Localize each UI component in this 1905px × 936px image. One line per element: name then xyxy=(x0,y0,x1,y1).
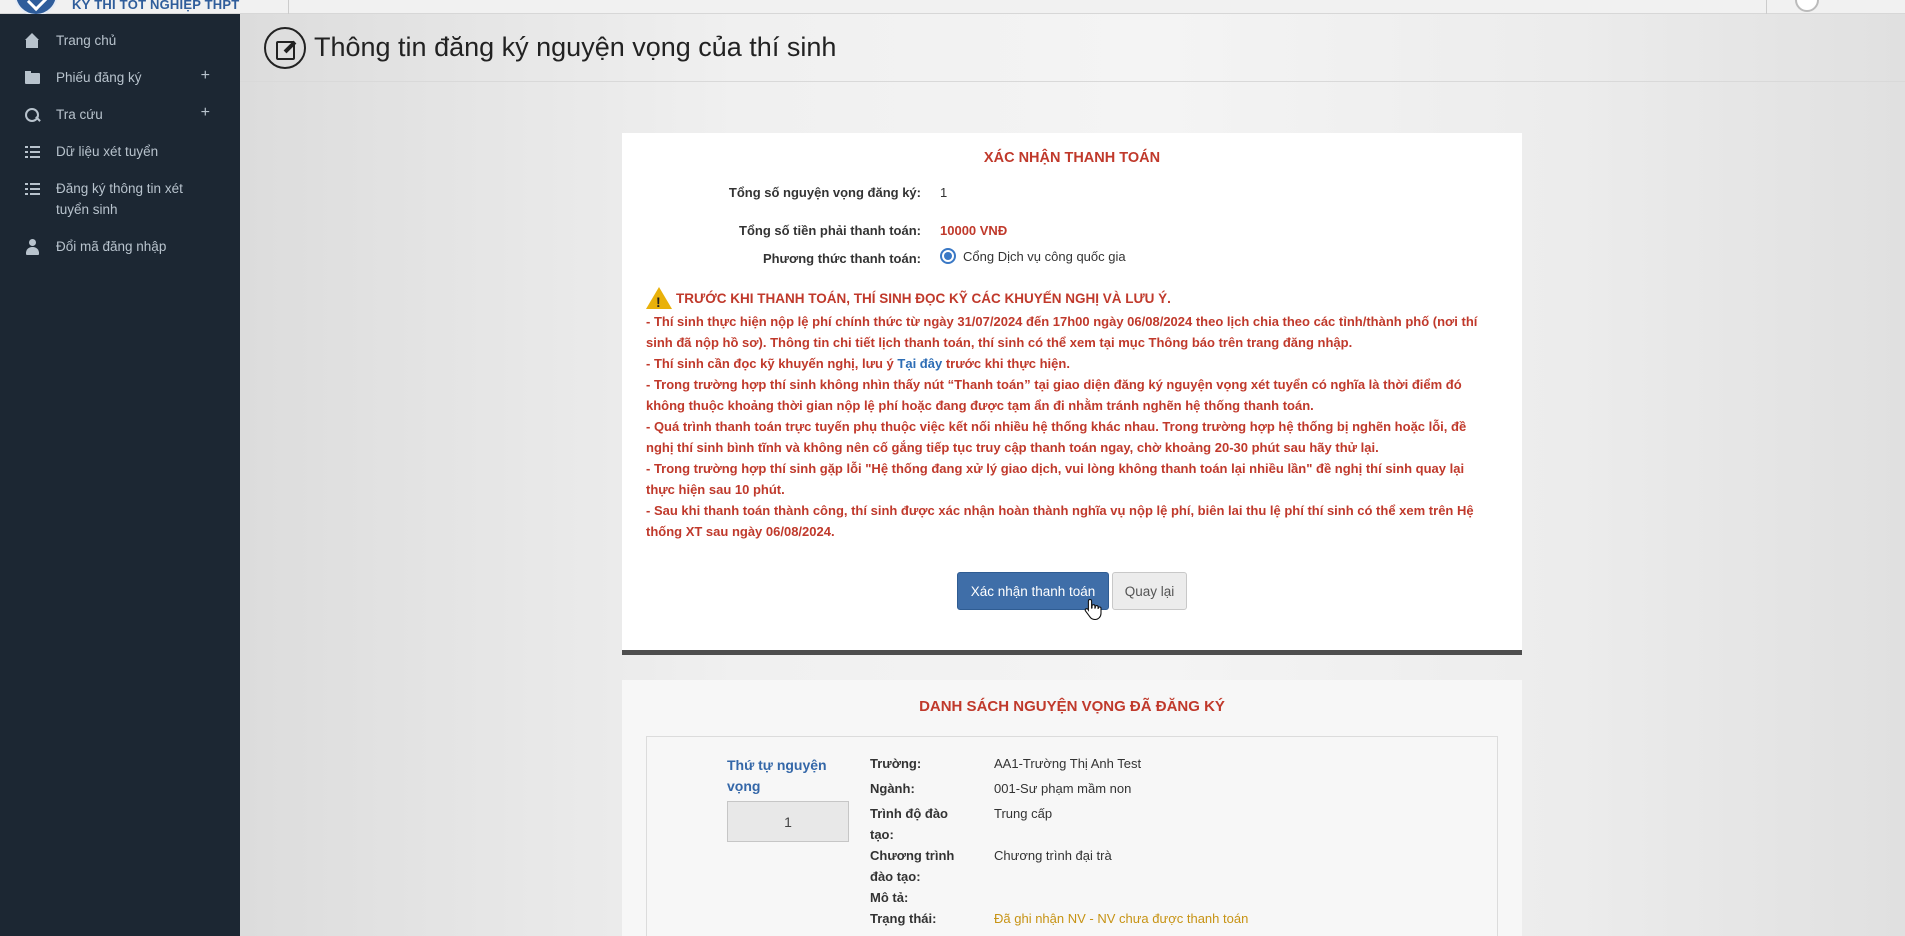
warning-line: - Sau khi thanh toán thành công, thí sin… xyxy=(646,503,1474,539)
hand-cursor-icon xyxy=(1084,598,1102,620)
warning-line: - Trong trường hợp thí sinh không nhìn t… xyxy=(646,377,1462,413)
search-icon xyxy=(24,106,42,124)
warning-text: - Thí sinh cần đọc kỹ khuyến nghị, lưu ý xyxy=(646,356,898,371)
chuong-trinh-value: Chương trình đại trà xyxy=(994,848,1112,863)
total-amount-label: Tổng số tiền phải thanh toán: xyxy=(739,223,921,238)
expand-plus-icon[interactable]: + xyxy=(201,102,210,123)
payment-method-value: Cổng Dịch vụ công quốc gia xyxy=(963,249,1126,264)
warning-text: trước khi thực hiện. xyxy=(942,356,1070,371)
total-nv-value: 1 xyxy=(940,185,948,200)
truong-value: AA1-Trường Thị Anh Test xyxy=(994,756,1142,771)
nv-list-title: DANH SÁCH NGUYỆN VỌNG ĐÃ ĐĂNG KÝ xyxy=(919,698,1225,715)
top-bar-divider xyxy=(288,0,289,14)
home-icon xyxy=(24,32,42,50)
nv-list-card: DANH SÁCH NGUYỆN VỌNG ĐÃ ĐĂNG KÝ Thứ tự … xyxy=(622,680,1522,936)
warning-line: - Trong trường hợp thí sinh gặp lỗi "Hệ … xyxy=(646,461,1465,497)
back-button[interactable]: Quay lại xyxy=(1112,572,1187,610)
sidebar-item-label: Tra cứu xyxy=(56,107,103,122)
sidebar-item-phieu-dang-ky[interactable]: Phiếu đăng ký + xyxy=(0,51,240,88)
user-avatar-icon[interactable] xyxy=(1795,0,1819,12)
radio-selected-icon[interactable] xyxy=(940,248,956,264)
sidebar-item-label: Đổi mã đăng nhập xyxy=(56,239,167,254)
nv-item: Thứ tự nguyện vọng 1 Trường: AA1-Trường … xyxy=(646,736,1498,936)
nv-order-label: Thứ tự nguyện vọng xyxy=(727,757,827,794)
nv-order-value: 1 xyxy=(727,801,849,842)
sidebar-item-trang-chu[interactable]: Trang chủ xyxy=(0,30,240,51)
truong-label: Trường: xyxy=(870,756,922,771)
trinh-do-value: Trung cấp xyxy=(994,806,1053,821)
sidebar-item-label: Dữ liệu xét tuyển xyxy=(56,144,159,159)
sidebar-item-label: Trang chủ xyxy=(56,33,117,48)
sidebar-item-doi-ma-dang-nhap[interactable]: Đổi mã đăng nhập xyxy=(0,220,240,257)
list-icon xyxy=(24,180,42,198)
warning-line: - Quá trình thanh toán trực tuyến phụ th… xyxy=(646,419,1467,455)
sidebar-item-label: Phiếu đăng ký xyxy=(56,70,142,85)
warning-icon xyxy=(646,287,672,313)
page-header: Thông tin đăng ký nguyện vọng của thí si… xyxy=(240,14,1905,82)
sidebar-item-dang-ky-thong-tin[interactable]: Đăng ký thông tin xét tuyển sinh xyxy=(0,162,240,220)
warning-block: TRƯỚC KHI THANH TOÁN, THÍ SINH ĐỌC KỸ CÁ… xyxy=(646,287,1496,542)
tai-day-link[interactable]: Tại đây xyxy=(897,356,942,371)
warning-line: - Thí sinh thực hiện nộp lệ phí chính th… xyxy=(646,314,1478,350)
warning-title: TRƯỚC KHI THANH TOÁN, THÍ SINH ĐỌC KỸ CÁ… xyxy=(676,290,1171,306)
sidebar-item-tra-cuu[interactable]: Tra cứu + xyxy=(0,88,240,125)
payment-method-option[interactable]: Cổng Dịch vụ công quốc gia xyxy=(940,248,1126,264)
top-bar: KỲ THI TỐT NGHIỆP THPT xyxy=(0,0,1905,16)
page-title: Thông tin đăng ký nguyện vọng của thí si… xyxy=(314,32,837,62)
trang-thai-label: Trạng thái: xyxy=(870,911,937,926)
mo-ta-label: Mô tả: xyxy=(870,890,909,905)
expand-plus-icon[interactable]: + xyxy=(201,65,210,86)
total-amount-value: 10000 VNĐ xyxy=(940,223,1008,238)
payment-title: XÁC NHẬN THANH TOÁN xyxy=(983,150,1161,166)
sidebar-item-label: Đăng ký thông tin xét tuyển sinh xyxy=(56,181,183,217)
payment-confirmation-card: XÁC NHẬN THANH TOÁN Tổng số nguyện vọng … xyxy=(622,133,1522,655)
main-content: Thông tin đăng ký nguyện vọng của thí si… xyxy=(240,14,1905,936)
list-icon xyxy=(24,143,42,161)
nganh-label: Ngành: xyxy=(870,781,915,796)
user-icon xyxy=(24,238,42,256)
chuong-trinh-label: Chương trình đào tạo: xyxy=(870,848,955,884)
warning-line: - Thí sinh cần đọc kỹ khuyến nghị, lưu ý… xyxy=(646,353,1496,374)
edit-icon xyxy=(264,26,306,69)
total-nv-label: Tổng số nguyện vọng đăng ký: xyxy=(728,185,921,200)
folder-icon xyxy=(24,69,42,87)
sidebar: Trang chủ Phiếu đăng ký + Tra cứu + Dữ l… xyxy=(0,14,240,936)
status-badge: Đã ghi nhận NV - NV chưa được thanh toán xyxy=(994,911,1249,926)
top-bar-divider xyxy=(1766,0,1767,14)
sidebar-item-du-lieu-xet-tuyen[interactable]: Dữ liệu xét tuyển xyxy=(0,125,240,162)
nganh-value: 001-Sư phạm mầm non xyxy=(994,781,1132,796)
logo-text: KỲ THI TỐT NGHIỆP THPT xyxy=(72,0,240,12)
payment-method-label: Phương thức thanh toán: xyxy=(762,251,921,266)
trinh-do-label: Trình độ đào tạo: xyxy=(870,806,948,842)
